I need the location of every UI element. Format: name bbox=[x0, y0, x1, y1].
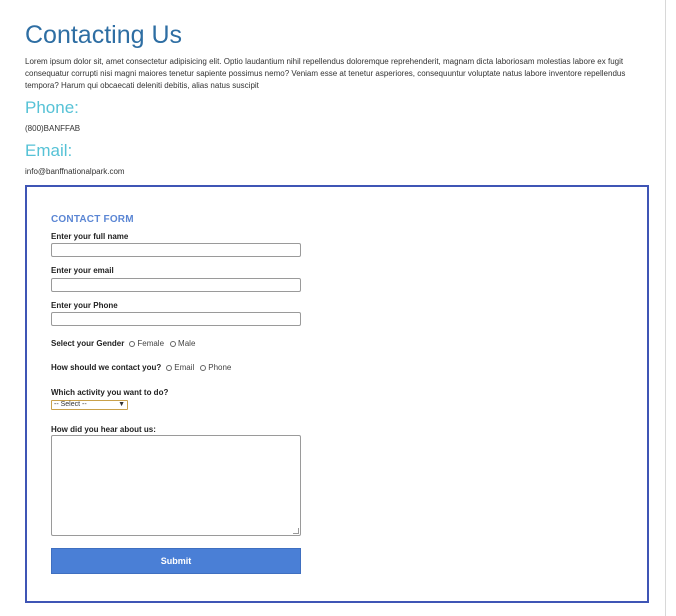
hear-about-label: How did you hear about us: bbox=[51, 425, 156, 434]
gender-male-label: Male bbox=[178, 339, 196, 348]
gender-group: Select your Gender Female Male bbox=[51, 339, 200, 348]
activity-select[interactable]: -- Select -- ▼ bbox=[51, 400, 128, 410]
contact-email-label: Email bbox=[174, 363, 195, 372]
email-heading: Email: bbox=[25, 141, 73, 160]
email-value: info@banffnationalpark.com bbox=[25, 167, 125, 176]
contact-method-group: How should we contact you? Email Phone bbox=[51, 363, 236, 372]
phone-label: Enter your Phone bbox=[51, 301, 118, 310]
activity-selected-value: -- Select -- bbox=[54, 401, 87, 408]
hear-about-textarea[interactable] bbox=[51, 435, 301, 536]
gender-female-label: Female bbox=[137, 339, 165, 348]
intro-paragraph: Lorem ipsum dolor sit, amet consectetur … bbox=[25, 57, 626, 90]
full-name-input[interactable] bbox=[51, 243, 301, 257]
contact-phone-label: Phone bbox=[208, 363, 232, 372]
form-title: CONTACT FORM bbox=[51, 214, 134, 225]
resize-handle-icon[interactable] bbox=[293, 528, 299, 534]
email-input[interactable] bbox=[51, 278, 301, 292]
phone-input[interactable] bbox=[51, 312, 301, 326]
submit-button[interactable]: Submit bbox=[51, 548, 301, 574]
page-title: Contacting Us bbox=[25, 21, 183, 49]
contact-form: CONTACT FORM Enter your full name Enter … bbox=[25, 185, 649, 603]
email-label: Enter your email bbox=[51, 266, 114, 275]
full-name-label: Enter your full name bbox=[51, 232, 129, 241]
activity-label: Which activity you want to do? bbox=[51, 388, 169, 397]
gender-male-radio[interactable] bbox=[170, 340, 177, 347]
contact-phone-radio[interactable] bbox=[200, 364, 207, 371]
contact-method-label: How should we contact you? bbox=[51, 363, 162, 372]
gender-female-radio[interactable] bbox=[129, 340, 136, 347]
phone-value: (800)BANFFAB bbox=[25, 124, 81, 133]
chevron-down-icon: ▼ bbox=[118, 401, 125, 408]
phone-heading: Phone: bbox=[25, 98, 79, 117]
gender-label: Select your Gender bbox=[51, 339, 125, 348]
contact-email-radio[interactable] bbox=[166, 364, 173, 371]
